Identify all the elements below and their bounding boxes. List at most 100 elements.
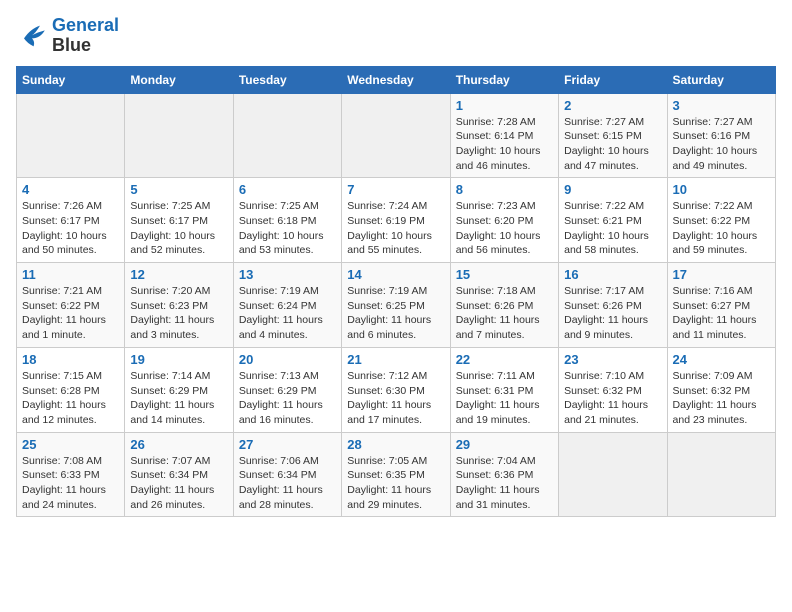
day-number: 12	[130, 267, 227, 282]
day-number: 13	[239, 267, 336, 282]
calendar-cell: 12 Sunrise: 7:20 AM Sunset: 6:23 PM Dayli…	[125, 263, 233, 348]
day-number: 3	[673, 98, 770, 113]
calendar-cell: 22Sunrise: 7:11 AM Sunset: 6:31 PM Dayli…	[450, 347, 558, 432]
day-number: 24	[673, 352, 770, 367]
calendar-cell: 2Sunrise: 7:27 AM Sunset: 6:15 PM Daylig…	[559, 93, 667, 178]
weekday-header-wednesday: Wednesday	[342, 66, 450, 93]
calendar-cell	[17, 93, 125, 178]
day-number: 8	[456, 182, 553, 197]
calendar-cell: 14 Sunrise: 7:19 AM Sunset: 6:25 PM Dayli…	[342, 263, 450, 348]
day-info: Sunrise: 7:06 AM Sunset: 6:34 PM Dayligh…	[239, 454, 336, 513]
day-info: Sunrise: 7:22 AM Sunset: 6:21 PM Dayligh…	[564, 199, 661, 258]
calendar-cell: 6 Sunrise: 7:25 AM Sunset: 6:18 PM Daylig…	[233, 178, 341, 263]
logo-text: General Blue	[52, 16, 119, 56]
day-info: Sunrise: 7:22 AM Sunset: 6:22 PM Dayligh…	[673, 199, 770, 258]
day-info: Sunrise: 7:12 AM Sunset: 6:30 PM Dayligh…	[347, 369, 444, 428]
calendar-cell: 16 Sunrise: 7:17 AM Sunset: 6:26 PM Dayli…	[559, 263, 667, 348]
calendar-cell: 13Sunrise: 7:19 AM Sunset: 6:24 PM Dayli…	[233, 263, 341, 348]
day-number: 11	[22, 267, 119, 282]
weekday-header-monday: Monday	[125, 66, 233, 93]
calendar-cell	[342, 93, 450, 178]
calendar-week-row: 18 Sunrise: 7:15 AM Sunset: 6:28 PM Dayli…	[17, 347, 776, 432]
logo-icon	[16, 22, 48, 50]
calendar-week-row: 4 Sunrise: 7:26 AM Sunset: 6:17 PM Daylig…	[17, 178, 776, 263]
day-info: Sunrise: 7:18 AM Sunset: 6:26 PM Dayligh…	[456, 284, 553, 343]
day-number: 20	[239, 352, 336, 367]
day-info: Sunrise: 7:05 AM Sunset: 6:35 PM Dayligh…	[347, 454, 444, 513]
day-number: 27	[239, 437, 336, 452]
day-number: 18	[22, 352, 119, 367]
calendar-cell	[233, 93, 341, 178]
day-info: Sunrise: 7:10 AM Sunset: 6:32 PM Dayligh…	[564, 369, 661, 428]
calendar-cell: 10Sunrise: 7:22 AM Sunset: 6:22 PM Dayli…	[667, 178, 775, 263]
calendar-week-row: 11 Sunrise: 7:21 AM Sunset: 6:22 PM Dayli…	[17, 263, 776, 348]
day-info: Sunrise: 7:13 AM Sunset: 6:29 PM Dayligh…	[239, 369, 336, 428]
day-info: Sunrise: 7:08 AM Sunset: 6:33 PM Dayligh…	[22, 454, 119, 513]
calendar-cell	[125, 93, 233, 178]
calendar-cell: 25 Sunrise: 7:08 AM Sunset: 6:33 PM Dayli…	[17, 432, 125, 517]
calendar-cell	[667, 432, 775, 517]
page-header: General Blue	[16, 16, 776, 56]
calendar-cell: 11 Sunrise: 7:21 AM Sunset: 6:22 PM Dayli…	[17, 263, 125, 348]
weekday-header-row: SundayMondayTuesdayWednesdayThursdayFrid…	[17, 66, 776, 93]
calendar-cell: 21 Sunrise: 7:12 AM Sunset: 6:30 PM Dayli…	[342, 347, 450, 432]
day-number: 28	[347, 437, 444, 452]
day-number: 15	[456, 267, 553, 282]
calendar-table: SundayMondayTuesdayWednesdayThursdayFrid…	[16, 66, 776, 518]
calendar-week-row: 25 Sunrise: 7:08 AM Sunset: 6:33 PM Dayli…	[17, 432, 776, 517]
day-info: Sunrise: 7:27 AM Sunset: 6:16 PM Dayligh…	[673, 115, 770, 174]
day-number: 2	[564, 98, 661, 113]
day-number: 21	[347, 352, 444, 367]
day-number: 14	[347, 267, 444, 282]
calendar-cell: 28 Sunrise: 7:05 AM Sunset: 6:35 PM Dayli…	[342, 432, 450, 517]
day-info: Sunrise: 7:19 AM Sunset: 6:25 PM Dayligh…	[347, 284, 444, 343]
calendar-cell: 1Sunrise: 7:28 AM Sunset: 6:14 PM Daylig…	[450, 93, 558, 178]
calendar-cell: 24 Sunrise: 7:09 AM Sunset: 6:32 PM Dayli…	[667, 347, 775, 432]
day-number: 23	[564, 352, 661, 367]
day-number: 25	[22, 437, 119, 452]
calendar-cell: 18 Sunrise: 7:15 AM Sunset: 6:28 PM Dayli…	[17, 347, 125, 432]
day-number: 29	[456, 437, 553, 452]
calendar-week-row: 1Sunrise: 7:28 AM Sunset: 6:14 PM Daylig…	[17, 93, 776, 178]
day-info: Sunrise: 7:09 AM Sunset: 6:32 PM Dayligh…	[673, 369, 770, 428]
calendar-cell: 27 Sunrise: 7:06 AM Sunset: 6:34 PM Dayli…	[233, 432, 341, 517]
day-number: 7	[347, 182, 444, 197]
day-number: 26	[130, 437, 227, 452]
calendar-cell: 3 Sunrise: 7:27 AM Sunset: 6:16 PM Daylig…	[667, 93, 775, 178]
day-number: 4	[22, 182, 119, 197]
day-info: Sunrise: 7:07 AM Sunset: 6:34 PM Dayligh…	[130, 454, 227, 513]
calendar-cell: 15 Sunrise: 7:18 AM Sunset: 6:26 PM Dayli…	[450, 263, 558, 348]
day-number: 16	[564, 267, 661, 282]
day-number: 9	[564, 182, 661, 197]
calendar-cell: 20 Sunrise: 7:13 AM Sunset: 6:29 PM Dayli…	[233, 347, 341, 432]
logo: General Blue	[16, 16, 119, 56]
day-info: Sunrise: 7:25 AM Sunset: 6:18 PM Dayligh…	[239, 199, 336, 258]
day-info: Sunrise: 7:21 AM Sunset: 6:22 PM Dayligh…	[22, 284, 119, 343]
weekday-header-friday: Friday	[559, 66, 667, 93]
weekday-header-thursday: Thursday	[450, 66, 558, 93]
calendar-cell: 9 Sunrise: 7:22 AM Sunset: 6:21 PM Daylig…	[559, 178, 667, 263]
day-info: Sunrise: 7:15 AM Sunset: 6:28 PM Dayligh…	[22, 369, 119, 428]
day-info: Sunrise: 7:16 AM Sunset: 6:27 PM Dayligh…	[673, 284, 770, 343]
calendar-cell: 5 Sunrise: 7:25 AM Sunset: 6:17 PM Daylig…	[125, 178, 233, 263]
calendar-cell: 17 Sunrise: 7:16 AM Sunset: 6:27 PM Dayli…	[667, 263, 775, 348]
weekday-header-saturday: Saturday	[667, 66, 775, 93]
day-number: 19	[130, 352, 227, 367]
day-info: Sunrise: 7:25 AM Sunset: 6:17 PM Dayligh…	[130, 199, 227, 258]
day-info: Sunrise: 7:24 AM Sunset: 6:19 PM Dayligh…	[347, 199, 444, 258]
day-info: Sunrise: 7:28 AM Sunset: 6:14 PM Dayligh…	[456, 115, 553, 174]
calendar-cell: 23 Sunrise: 7:10 AM Sunset: 6:32 PM Dayli…	[559, 347, 667, 432]
day-number: 17	[673, 267, 770, 282]
day-number: 6	[239, 182, 336, 197]
weekday-header-sunday: Sunday	[17, 66, 125, 93]
weekday-header-tuesday: Tuesday	[233, 66, 341, 93]
day-number: 22	[456, 352, 553, 367]
day-info: Sunrise: 7:23 AM Sunset: 6:20 PM Dayligh…	[456, 199, 553, 258]
day-info: Sunrise: 7:20 AM Sunset: 6:23 PM Dayligh…	[130, 284, 227, 343]
calendar-cell	[559, 432, 667, 517]
day-info: Sunrise: 7:04 AM Sunset: 6:36 PM Dayligh…	[456, 454, 553, 513]
day-number: 5	[130, 182, 227, 197]
calendar-cell: 19Sunrise: 7:14 AM Sunset: 6:29 PM Dayli…	[125, 347, 233, 432]
day-info: Sunrise: 7:17 AM Sunset: 6:26 PM Dayligh…	[564, 284, 661, 343]
day-info: Sunrise: 7:26 AM Sunset: 6:17 PM Dayligh…	[22, 199, 119, 258]
